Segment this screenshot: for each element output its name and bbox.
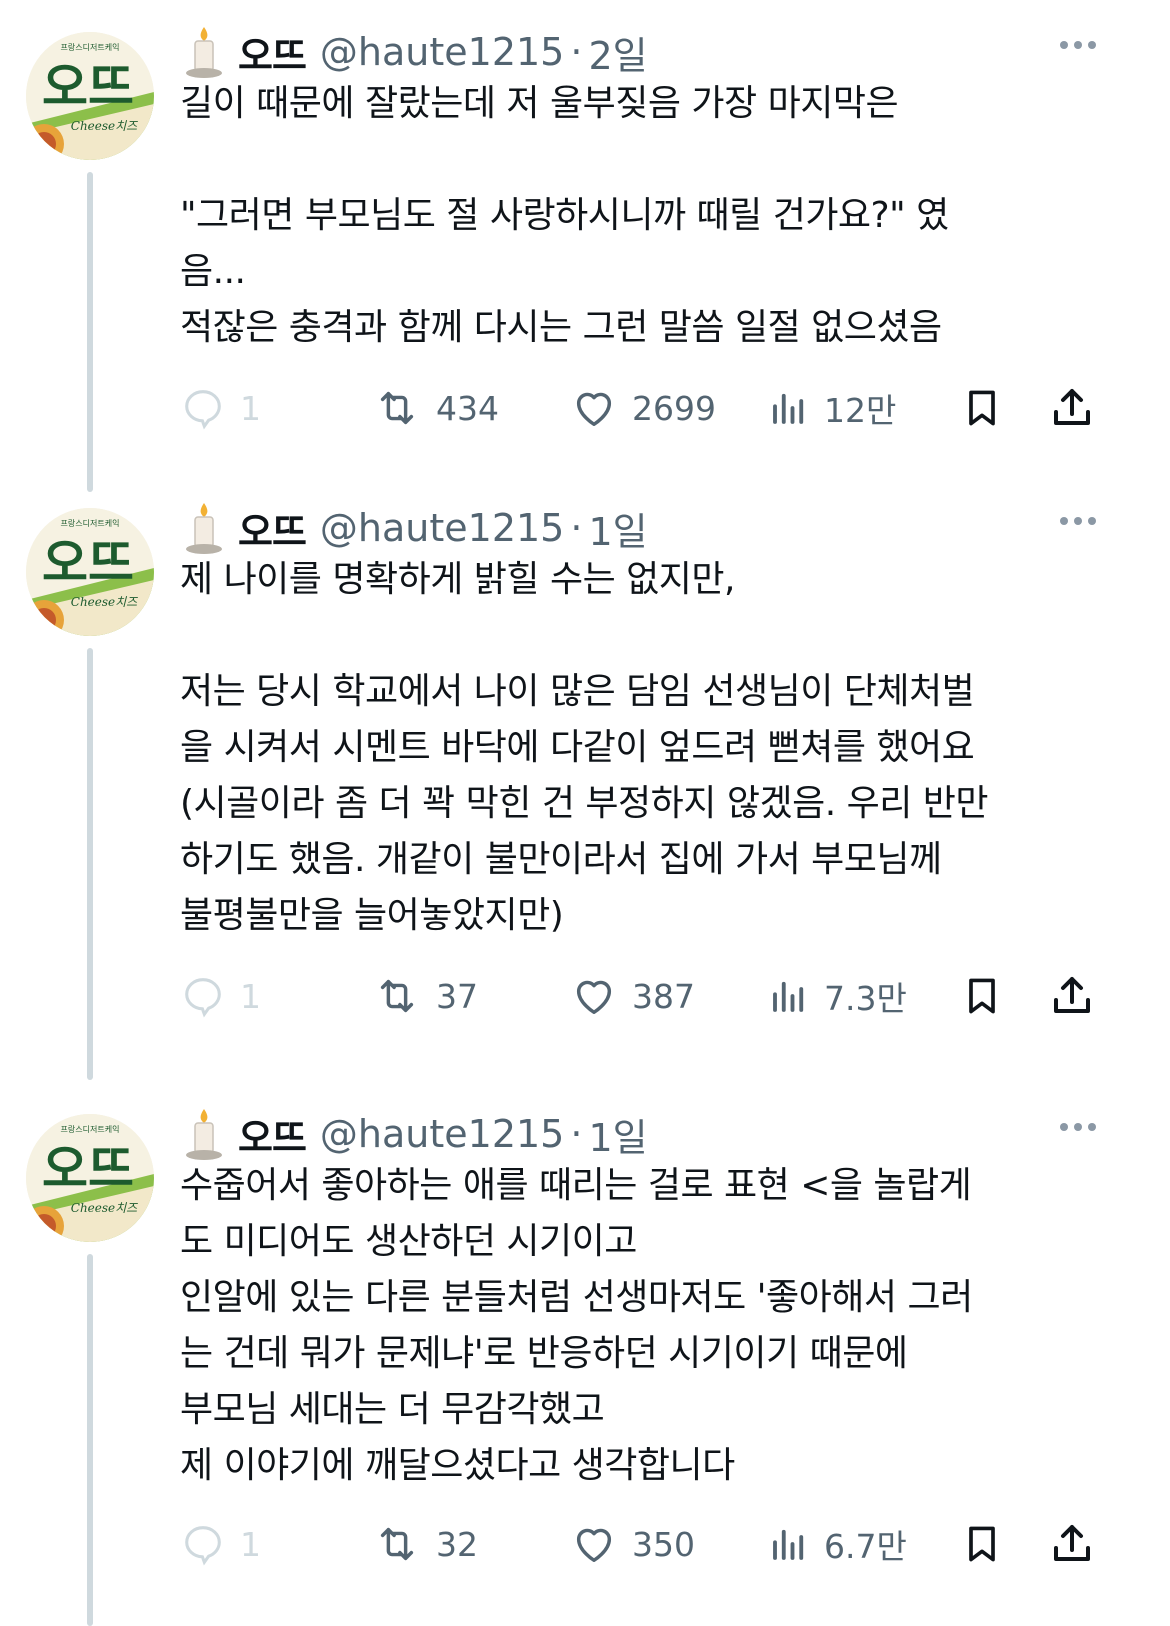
reply-icon [185, 1526, 221, 1566]
reply-button[interactable]: 1 [180, 1514, 261, 1574]
views-icon [773, 393, 804, 424]
share-icon [1054, 389, 1090, 425]
views-count: 12만 [824, 391, 897, 430]
reply-button[interactable]: 1 [180, 966, 261, 1026]
bookmark-button[interactable] [960, 1514, 1018, 1574]
like-button[interactable]: 2699 [570, 378, 716, 438]
reply-count: 1 [240, 388, 261, 428]
tweet-header: 오뜨 @haute1215 · 1일 [182, 498, 648, 558]
like-count: 387 [632, 976, 695, 1016]
separator: · [570, 30, 583, 74]
like-button[interactable]: 350 [570, 1514, 695, 1574]
retweet-icon [380, 979, 414, 1013]
more-icon[interactable] [1056, 1112, 1100, 1142]
share-button[interactable] [1048, 966, 1110, 1026]
bookmark-icon [969, 390, 995, 426]
reply-count: 1 [240, 1524, 261, 1564]
avatar-top-text: 프랑스디저트케익 [61, 42, 120, 52]
action-bar: 1 32 350 6.7만 [180, 1514, 1110, 1574]
like-button[interactable]: 387 [570, 966, 695, 1026]
like-count: 2699 [632, 388, 716, 428]
views-button[interactable]: 6.7만 [768, 1514, 907, 1574]
tweet-text: 제 나이를 명확하게 밝힐 수는 없지만, 저는 당시 학교에서 나이 많은 담… [180, 559, 989, 936]
heart-icon [576, 1528, 612, 1563]
avatar-logo-text: 오뜨 [42, 534, 134, 592]
retweet-button[interactable]: 434 [372, 378, 499, 438]
tweet-header: 오뜨 @haute1215 · 1일 [182, 1104, 648, 1164]
avatar-top-text: 프랑스디저트케익 [61, 518, 120, 528]
views-icon [773, 1529, 804, 1560]
retweet-count: 32 [436, 1524, 478, 1564]
user-handle[interactable]: @haute1215 [320, 506, 564, 550]
more-icon[interactable] [1056, 506, 1100, 536]
bookmark-icon [969, 1526, 995, 1562]
heart-icon [576, 980, 612, 1015]
reply-button[interactable]: 1 [180, 378, 261, 438]
timestamp[interactable]: 2일 [588, 25, 647, 80]
avatar-sub-text: Cheese치즈 [71, 595, 138, 609]
action-bar: 1 434 2699 12만 [180, 378, 1110, 438]
avatar-logo-icon: 프랑스디저트케익 오뜨 Cheese치즈 [26, 508, 154, 636]
views-button[interactable]: 7.3만 [768, 966, 907, 1026]
bookmark-icon [969, 978, 995, 1014]
user-handle[interactable]: @haute1215 [320, 1112, 564, 1156]
tweet-2[interactable]: 프랑스디저트케익 오뜨 Cheese치즈 오뜨 @haute1215 · 1일 … [0, 496, 1170, 1080]
candle-icon [186, 503, 222, 554]
avatar-logo-text: 오뜨 [42, 58, 134, 116]
bookmark-button[interactable] [960, 378, 1018, 438]
avatar[interactable]: 프랑스디저트케익 오뜨 Cheese치즈 [26, 1114, 154, 1242]
share-icon [1054, 977, 1090, 1013]
avatar-logo-icon: 프랑스디저트케익 오뜨 Cheese치즈 [26, 1114, 154, 1242]
candle-icon [186, 27, 222, 78]
bookmark-button[interactable] [960, 966, 1018, 1026]
separator: · [570, 1112, 583, 1156]
action-bar: 1 37 387 7.3만 [180, 966, 1110, 1026]
tweet-text: 수줍어서 좋아하는 애를 때리는 걸로 표현 <을 놀랍게 도 미디어도 생산하… [180, 1165, 973, 1486]
avatar-sub-text: Cheese치즈 [71, 119, 138, 133]
thread-line [87, 1254, 93, 1626]
avatar[interactable]: 프랑스디저트케익 오뜨 Cheese치즈 [26, 32, 154, 160]
share-button[interactable] [1048, 378, 1110, 438]
retweet-count: 434 [436, 388, 499, 428]
display-name[interactable]: 오뜨 [238, 1107, 307, 1162]
views-count: 7.3만 [824, 979, 907, 1018]
separator: · [570, 506, 583, 550]
views-icon [773, 981, 804, 1012]
avatar[interactable]: 프랑스디저트케익 오뜨 Cheese치즈 [26, 508, 154, 636]
reply-icon [185, 978, 221, 1018]
tweet-3[interactable]: 프랑스디저트케익 오뜨 Cheese치즈 오뜨 @haute1215 · 1일 … [0, 1102, 1170, 1626]
avatar-logo-text: 오뜨 [42, 1140, 134, 1198]
share-button[interactable] [1048, 1514, 1110, 1574]
retweet-count: 37 [436, 976, 478, 1016]
avatar-sub-text: Cheese치즈 [71, 1201, 138, 1215]
avatar-top-text: 프랑스디저트케익 [61, 1124, 120, 1134]
retweet-icon [380, 391, 414, 425]
heart-icon [576, 392, 612, 427]
more-icon[interactable] [1056, 30, 1100, 60]
thread-line [87, 172, 93, 492]
display-name[interactable]: 오뜨 [238, 25, 307, 80]
timestamp[interactable]: 1일 [588, 1107, 647, 1162]
reply-count: 1 [240, 976, 261, 1016]
candle-icon [186, 1109, 222, 1160]
tweet-1[interactable]: 프랑스디저트케익 오뜨 Cheese치즈 오뜨 @haute1215 · 2일 … [0, 20, 1170, 492]
thread-line [87, 648, 93, 1080]
user-handle[interactable]: @haute1215 [320, 30, 564, 74]
views-button[interactable]: 12만 [768, 378, 896, 438]
retweet-icon [380, 1527, 414, 1561]
like-count: 350 [632, 1524, 695, 1564]
retweet-button[interactable]: 37 [372, 966, 478, 1026]
share-icon [1054, 1525, 1090, 1561]
avatar-logo-icon: 프랑스디저트케익 오뜨 Cheese치즈 [26, 32, 154, 160]
views-count: 6.7만 [824, 1527, 907, 1566]
retweet-button[interactable]: 32 [372, 1514, 478, 1574]
reply-icon [185, 390, 221, 430]
tweet-text: 길이 때문에 잘랐는데 저 울부짖음 가장 마지막은 "그러면 부모님도 절 사… [180, 83, 949, 348]
timestamp[interactable]: 1일 [588, 501, 647, 556]
tweet-header: 오뜨 @haute1215 · 2일 [182, 22, 648, 82]
display-name[interactable]: 오뜨 [238, 501, 307, 556]
